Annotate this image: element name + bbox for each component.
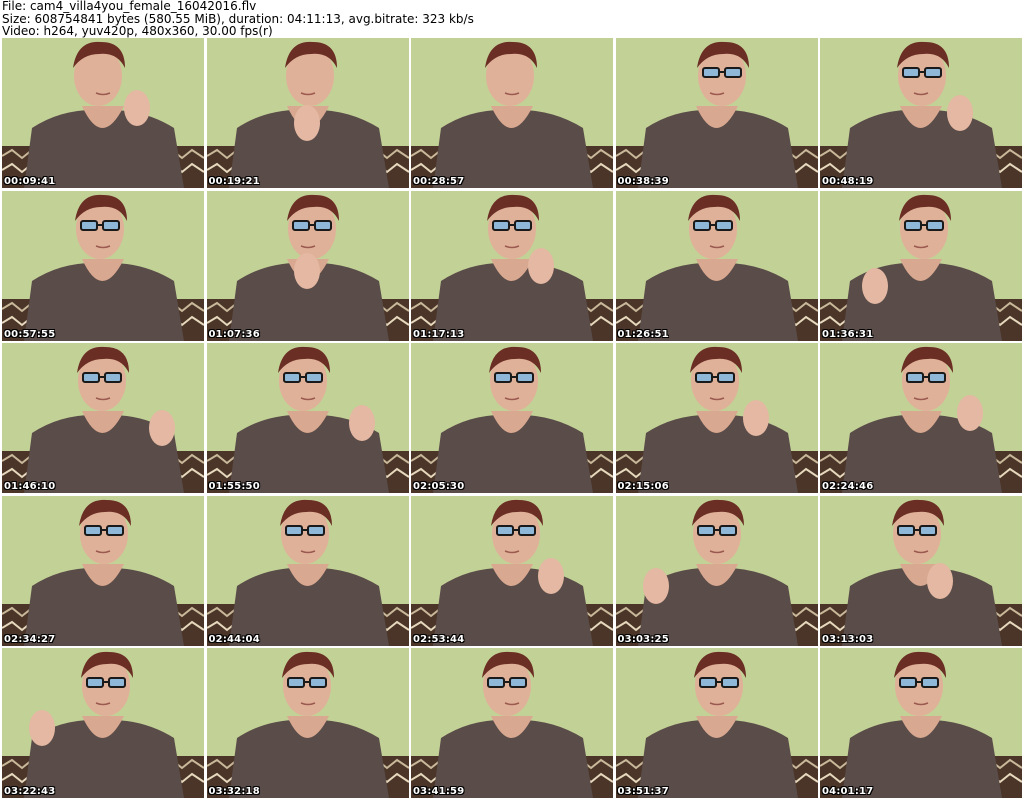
thumbnail-timestamp: 03:51:37: [617, 786, 669, 797]
thumbnail-grid: 00:09:41 00:19:21 00:28:57 00:38:39 00:4…: [2, 38, 1022, 799]
thumbnail-timestamp: 00:19:21: [208, 176, 260, 187]
thumbnail-timestamp: 03:32:18: [208, 786, 260, 797]
video-thumbnail: 01:07:36: [206, 190, 409, 341]
webcam-frame-image: [411, 190, 613, 341]
video-thumbnail: 01:55:50: [206, 343, 409, 493]
video-thumbnail: 03:22:43: [2, 648, 204, 798]
video-thumbnail: 02:24:46: [820, 343, 1022, 493]
webcam-frame-image: [2, 495, 204, 646]
video-thumbnail: 00:57:55: [2, 190, 204, 341]
thumbnail-timestamp: 02:34:27: [4, 633, 56, 645]
video-thumbnail: 03:41:59: [411, 648, 613, 798]
thumbnail-timestamp: 00:09:41: [4, 176, 56, 187]
webcam-frame-image: [206, 343, 409, 493]
webcam-frame-image: [615, 190, 818, 341]
video-thumbnail: 01:17:13: [411, 190, 613, 341]
webcam-frame-image: [820, 495, 1022, 646]
thumbnail-timestamp: 01:07:36: [208, 328, 260, 340]
thumbnail-timestamp: 00:57:55: [4, 328, 56, 340]
thumbnail-timestamp: 01:36:31: [822, 328, 874, 340]
file-info-header: File: cam4_villa4you_female_16042016.flv…: [2, 0, 1022, 38]
thumbnail-timestamp: 00:48:19: [822, 176, 874, 187]
webcam-frame-image: [411, 648, 613, 798]
webcam-frame-image: [411, 495, 613, 646]
thumbnail-timestamp: 03:22:43: [4, 786, 56, 797]
video-info-line: Video: h264, yuv420p, 480x360, 30.00 fps…: [2, 24, 273, 38]
webcam-frame-image: [206, 190, 409, 341]
thumbnail-timestamp: 03:03:25: [617, 633, 669, 645]
thumbnail-timestamp: 00:38:39: [617, 176, 669, 187]
video-thumbnail: 01:36:31: [820, 190, 1022, 341]
video-thumbnail: 02:53:44: [411, 495, 613, 646]
webcam-frame-image: [411, 343, 613, 493]
thumbnail-timestamp: 02:05:30: [413, 481, 465, 492]
webcam-frame-image: [2, 343, 204, 493]
webcam-frame-image: [615, 38, 818, 188]
thumbnail-timestamp: 02:53:44: [413, 633, 465, 645]
webcam-frame-image: [820, 38, 1022, 188]
thumbnail-timestamp: 01:17:13: [413, 328, 465, 340]
thumbnail-timestamp: 02:15:06: [617, 481, 669, 492]
video-thumbnail: 00:28:57: [411, 38, 613, 188]
video-thumbnail: 00:48:19: [820, 38, 1022, 188]
video-thumbnail: 00:09:41: [2, 38, 204, 188]
webcam-frame-image: [2, 190, 204, 341]
webcam-frame-image: [2, 648, 204, 798]
webcam-frame-image: [206, 648, 409, 798]
video-thumbnail: 03:32:18: [206, 648, 409, 798]
thumbnail-timestamp: 02:24:46: [822, 481, 874, 492]
video-thumbnail: 04:01:17: [820, 648, 1022, 798]
video-thumbnail: 03:03:25: [615, 495, 818, 646]
video-thumbnail: 02:15:06: [615, 343, 818, 493]
webcam-frame-image: [206, 495, 409, 646]
thumbnail-timestamp: 03:41:59: [413, 786, 465, 797]
video-thumbnail: 02:34:27: [2, 495, 204, 646]
thumbnail-timestamp: 01:55:50: [208, 481, 260, 492]
file-name-line: File: cam4_villa4you_female_16042016.flv: [2, 0, 257, 13]
thumbnail-timestamp: 02:44:04: [208, 633, 260, 645]
video-thumbnail: 01:26:51: [615, 190, 818, 341]
thumbnail-timestamp: 01:26:51: [617, 328, 669, 340]
video-thumbnail: 02:44:04: [206, 495, 409, 646]
video-thumbnail: 02:05:30: [411, 343, 613, 493]
webcam-frame-image: [820, 343, 1022, 493]
video-thumbnail: 03:51:37: [615, 648, 818, 798]
thumbnail-timestamp: 03:13:03: [822, 633, 874, 645]
video-thumbnail: 00:38:39: [615, 38, 818, 188]
video-thumbnail: 00:19:21: [206, 38, 409, 188]
webcam-frame-image: [411, 38, 613, 188]
webcam-frame-image: [820, 648, 1022, 798]
thumbnail-timestamp: 04:01:17: [822, 786, 874, 797]
video-thumbnail: 03:13:03: [820, 495, 1022, 646]
webcam-frame-image: [206, 38, 409, 188]
webcam-frame-image: [2, 38, 204, 188]
video-thumbnail: 01:46:10: [2, 343, 204, 493]
thumbnail-timestamp: 00:28:57: [413, 176, 465, 187]
thumbnail-timestamp: 01:46:10: [4, 481, 56, 492]
webcam-frame-image: [615, 648, 818, 798]
webcam-frame-image: [820, 190, 1022, 341]
webcam-frame-image: [615, 495, 818, 646]
webcam-frame-image: [615, 343, 818, 493]
